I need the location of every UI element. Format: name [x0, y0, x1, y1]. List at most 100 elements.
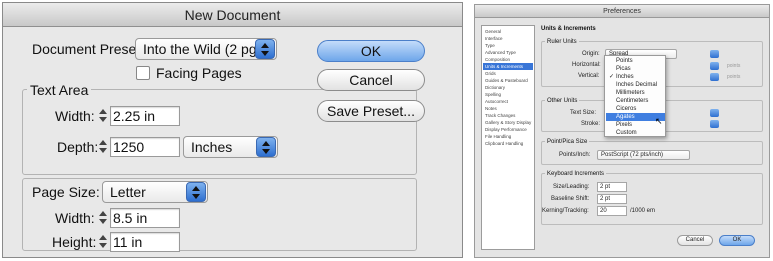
text-depth-label: Depth: — [57, 139, 99, 155]
cancel-button[interactable]: Cancel — [677, 235, 713, 246]
category-item[interactable]: Guides & Pasteboard — [483, 77, 533, 84]
text-width-stepper[interactable] — [98, 106, 109, 126]
points-inch-select[interactable]: PostScript (72 pts/inch) — [597, 150, 690, 160]
page-width-field[interactable]: 8.5 in — [110, 208, 180, 228]
units-menu-item-label: Agates — [616, 114, 635, 120]
popup-arrows-icon — [256, 137, 276, 157]
category-item[interactable]: Dictionary — [483, 84, 533, 91]
save-preset-button[interactable]: Save Preset... — [317, 100, 425, 122]
other-units-heading: Other Units — [545, 97, 580, 105]
size-leading-field[interactable]: 2 pt — [597, 182, 627, 192]
text-size-label: Text Size: — [570, 110, 597, 116]
units-menu-item-label: Picas — [616, 66, 631, 72]
mouse-cursor-icon: ↖ — [655, 116, 663, 126]
document-preset-value: Into the Wild (2 pg) — [143, 41, 262, 57]
units-select[interactable]: Inches — [183, 136, 278, 158]
cancel-button[interactable]: Cancel — [317, 69, 425, 91]
vertical-unit: points — [727, 74, 741, 80]
text-depth-stepper[interactable] — [98, 137, 109, 157]
units-menu-item[interactable]: Points — [606, 57, 665, 65]
units-menu-item-label: Custom — [616, 130, 637, 136]
popup-arrows-icon — [186, 182, 206, 202]
preferences-title: Preferences — [475, 5, 769, 18]
category-item[interactable]: Type — [483, 42, 533, 49]
dialog-title: New Document — [3, 3, 462, 27]
page-height-field[interactable]: 11 in — [110, 232, 180, 252]
kerning-unit: /1000 em — [630, 208, 656, 214]
units-menu-item[interactable]: Custom — [606, 129, 665, 137]
text-width-field[interactable]: 2.25 in — [110, 106, 180, 126]
baseline-shift-label: Baseline Shift: — [551, 196, 590, 202]
baseline-shift-field[interactable]: 2 pt — [597, 194, 627, 204]
units-menu-item-label: Inches Decimal — [616, 82, 658, 88]
ok-button[interactable]: OK — [719, 235, 755, 246]
document-preset-label: Document Preset: — [32, 41, 145, 57]
units-menu-item[interactable]: Millimeters — [606, 89, 665, 97]
category-item[interactable]: Track Changes — [483, 112, 533, 119]
keyboard-increments-heading: Keyboard Increments — [545, 170, 607, 178]
category-item[interactable]: Clipboard Handling — [483, 140, 533, 147]
units-menu-item-label: Centimeters — [616, 98, 649, 104]
units-menu-item[interactable]: Picas — [606, 65, 665, 73]
category-item[interactable]: General — [483, 28, 533, 35]
checkmark-icon: ✓ — [609, 74, 615, 80]
category-item[interactable]: Composition — [483, 56, 533, 63]
section-title: Units & Increments — [541, 26, 596, 32]
facing-pages-checkbox[interactable] — [136, 66, 150, 80]
units-menu-item[interactable]: Centimeters — [606, 97, 665, 105]
vertical-arrows-icon — [710, 73, 719, 81]
units-menu-item[interactable]: Ciceros — [606, 105, 665, 113]
units-value: Inches — [191, 139, 233, 155]
horizontal-unit: points — [727, 63, 741, 69]
origin-arrows-icon — [710, 50, 719, 58]
text-depth-field[interactable]: 1250 — [110, 137, 180, 157]
popup-arrows-icon — [255, 39, 275, 59]
preferences-dialog: Preferences General Interface Type Advanced… — [474, 4, 770, 258]
category-item[interactable]: Advanced Type — [483, 49, 533, 56]
kerning-tracking-field[interactable]: 20 — [597, 206, 627, 216]
category-item[interactable]: Interface — [483, 35, 533, 42]
units-menu-item-label: Inches — [616, 74, 634, 80]
category-item[interactable]: Spelling — [483, 91, 533, 98]
units-menu-item-label: Pixels — [616, 122, 633, 128]
stroke-label: Stroke: — [581, 121, 601, 127]
page-size-label: Page Size: — [29, 183, 103, 201]
text-area-legend: Text Area — [27, 81, 92, 99]
category-item[interactable]: Gallery & Story Display — [483, 119, 533, 126]
document-preset-select[interactable]: Into the Wild (2 pg) — [135, 38, 277, 60]
units-menu-item-label: Millimeters — [616, 90, 645, 96]
units-menu-item[interactable]: Inches ✓ — [606, 73, 665, 81]
page-width-stepper[interactable] — [98, 208, 109, 228]
category-item[interactable]: Units & Increments — [483, 63, 533, 70]
points-inch-value: PostScript (72 pts/inch) — [601, 152, 664, 158]
units-menu-item-label: Ciceros — [616, 106, 637, 112]
stroke-arrows-icon — [710, 120, 719, 128]
size-leading-label: Size/Leading: — [553, 184, 590, 190]
page-height-stepper[interactable] — [98, 232, 109, 252]
horizontal-arrows-icon — [710, 62, 719, 70]
origin-label: Origin: — [582, 51, 600, 57]
ok-button[interactable]: OK — [317, 40, 425, 62]
page-width-label: Width: — [55, 210, 95, 226]
point-pica-heading: Point/Pica Size — [545, 138, 590, 146]
text-size-arrows-icon — [710, 109, 719, 117]
units-menu-item-label: Points — [616, 58, 633, 64]
facing-pages-label: Facing Pages — [156, 65, 242, 81]
kerning-tracking-label: Kerning/Tracking: — [542, 208, 589, 214]
vertical-label: Vertical: — [578, 73, 600, 79]
page-height-label: Height: — [52, 234, 97, 250]
units-menu-item[interactable]: Inches Decimal — [606, 81, 665, 89]
new-document-dialog: New Document Document Preset: Into the W… — [2, 2, 463, 258]
points-inch-label: Points/Inch: — [559, 152, 591, 158]
horizontal-label: Horizontal: — [572, 62, 601, 68]
page-size-select[interactable]: Letter — [102, 181, 208, 203]
page-size-value: Letter — [110, 184, 146, 200]
category-list: General Interface Type Advanced Type Composi… — [481, 25, 535, 250]
category-item[interactable]: Notes — [483, 105, 533, 112]
category-item[interactable]: Grids — [483, 70, 533, 77]
ruler-units-heading: Ruler Units — [545, 38, 579, 46]
category-item[interactable]: Display Performance — [483, 126, 533, 133]
text-width-label: Width: — [55, 108, 95, 124]
category-item[interactable]: File Handling — [483, 133, 533, 140]
category-item[interactable]: Autocorrect — [483, 98, 533, 105]
